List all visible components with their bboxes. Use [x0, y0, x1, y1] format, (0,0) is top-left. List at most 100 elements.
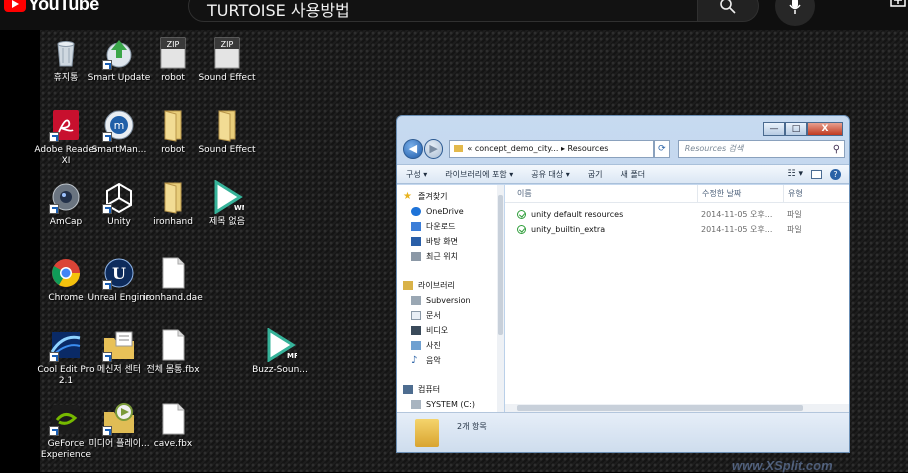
downloads-icon: [411, 222, 421, 231]
back-button[interactable]: ◀: [403, 139, 423, 159]
folder-icon: [415, 419, 439, 447]
item-count: 2개 항목: [457, 422, 487, 431]
maximize-button[interactable]: □: [785, 122, 807, 136]
file-list-horizontal-scrollbar[interactable]: [505, 404, 849, 412]
horizontal-scrollbar-thumb[interactable]: [517, 405, 803, 411]
address-bar[interactable]: « concept_demo_city... ▸ Resources: [449, 140, 654, 158]
svn-ok-file-icon: [517, 210, 526, 219]
youtube-header: YouTube TURTOISE 사용방법: [0, 0, 908, 30]
nav-system-c[interactable]: SYSTEM (C:): [397, 397, 502, 412]
mp3-badge: MP3: [287, 352, 297, 360]
recycle-bin-icon: [49, 36, 83, 70]
file-row[interactable]: unity_builtin_extra 2014-11-05 오후... 파일: [505, 222, 849, 237]
wma-file-icon: WMA: [210, 179, 255, 215]
desktop-icon-sound-effect-zip[interactable]: ZIP Sound Effect: [195, 36, 259, 84]
video-create-icon: [890, 0, 906, 7]
share-with-menu[interactable]: 공유 대상 ▾: [522, 169, 579, 180]
folder-icon: [454, 145, 464, 152]
desktop-icon-buzz-sound-mp3[interactable]: MP3 Buzz-Soun...: [248, 327, 312, 376]
cool-edit-icon: [49, 328, 83, 362]
details-pane: 2개 항목: [397, 412, 849, 452]
nav-onedrive[interactable]: OneDrive: [397, 204, 502, 219]
minimize-button[interactable]: —: [763, 122, 785, 136]
voice-search-button[interactable]: [775, 0, 815, 26]
address-row: ◀ ▶ « concept_demo_city... ▸ Resources ⟳…: [403, 138, 846, 160]
documents-icon: [411, 311, 421, 320]
search-icon: [720, 0, 736, 14]
watermark: www.XSplit.com: [732, 458, 833, 473]
desktop-icon-cave-fbx[interactable]: cave.fbx: [141, 402, 205, 450]
search-input[interactable]: Resources 검색 ⚲: [677, 140, 846, 158]
nav-favorites[interactable]: ★ 즐겨찾기: [397, 189, 502, 204]
column-name[interactable]: 이름: [505, 185, 697, 202]
svg-text:U: U: [112, 264, 126, 283]
folder-icon: [210, 108, 244, 142]
recent-places-icon: [411, 252, 421, 261]
nav-music[interactable]: ♪ 음악: [397, 353, 502, 368]
include-in-library-menu[interactable]: 라이브러리에 포함 ▾: [436, 169, 522, 180]
file-row[interactable]: unity default resources 2014-11-05 오후...…: [505, 207, 849, 222]
cloud-icon: [411, 207, 421, 216]
nav-recent[interactable]: 최근 위치: [397, 249, 502, 264]
amcap-icon: [49, 180, 83, 214]
star-icon: ★: [403, 191, 412, 202]
youtube-search-button[interactable]: [697, 0, 759, 22]
desktop-icon-body-fbx[interactable]: 전체 몸통.fbx: [141, 328, 205, 376]
youtube-logo[interactable]: YouTube: [0, 0, 99, 16]
nav-computer[interactable]: 컴퓨터: [397, 382, 502, 397]
help-icon[interactable]: ?: [830, 168, 841, 180]
burn-button[interactable]: 굽기: [579, 169, 612, 180]
messenger-icon: [102, 328, 136, 362]
close-button[interactable]: X: [807, 122, 843, 136]
zip-icon: ZIP: [210, 36, 244, 70]
folder-icon: [156, 180, 190, 214]
desktop-icon: [411, 237, 421, 246]
column-type[interactable]: 유형: [783, 185, 849, 202]
window-controls: — □ X: [763, 122, 843, 136]
breadcrumb-concept-demo-city[interactable]: concept_demo_city...: [475, 141, 559, 157]
new-folder-button[interactable]: 새 폴더: [612, 169, 655, 180]
view-options-icon[interactable]: ☷ ▾: [788, 169, 803, 179]
nav-desktop[interactable]: 바탕 화면: [397, 234, 502, 249]
search-icon: ⚲: [832, 144, 841, 155]
column-modified[interactable]: 수정한 날짜: [697, 185, 783, 202]
navigation-pane: ★ 즐겨찾기 OneDrive 다운로드 바탕 화면 최근 위치 라이브러리 Su…: [397, 185, 503, 417]
nav-subversion[interactable]: Subversion: [397, 293, 502, 308]
nav-pictures[interactable]: 사진: [397, 338, 502, 353]
breadcrumb-resources[interactable]: Resources: [568, 141, 609, 157]
file-list: 이름 수정한 날짜 유형 unity default resources 201…: [505, 185, 849, 417]
file-icon: [156, 256, 190, 290]
desktop-icon-untitled-wma[interactable]: WMA 제목 없음: [195, 179, 259, 228]
chrome-icon: [49, 256, 83, 290]
desktop-icon-ironhand-dae[interactable]: ironhand.dae: [141, 256, 205, 304]
refresh-button[interactable]: ⟳: [653, 140, 670, 158]
create-button[interactable]: [888, 0, 908, 12]
youtube-search-input[interactable]: TURTOISE 사용방법: [188, 0, 698, 22]
forward-button[interactable]: ▶: [423, 139, 444, 159]
desktop-icon-sound-effect-folder[interactable]: Sound Effect: [195, 108, 259, 156]
nav-libraries[interactable]: 라이브러리: [397, 278, 502, 293]
svn-ok-file-icon: [517, 225, 526, 234]
nav-documents[interactable]: 문서: [397, 308, 502, 323]
libraries-icon: [403, 281, 413, 290]
preview-pane-icon[interactable]: [811, 169, 822, 179]
nav-scrollbar-thumb[interactable]: [498, 195, 503, 335]
media-player-icon: [102, 402, 136, 436]
computer-icon: [403, 385, 413, 394]
nav-videos[interactable]: 비디오: [397, 323, 502, 338]
nav-scrollbar[interactable]: [497, 185, 504, 417]
smartman-icon: m: [102, 108, 136, 142]
zip-icon: ZIP: [156, 36, 190, 70]
drive-icon: [411, 400, 421, 409]
command-bar: 구성 ▾ 라이브러리에 포함 ▾ 공유 대상 ▾ 굽기 새 폴더 ☷ ▾ ?: [397, 164, 849, 184]
svg-text:m: m: [114, 119, 125, 132]
explorer-window[interactable]: — □ X ◀ ▶ « concept_demo_city... ▸ Resou…: [396, 115, 850, 453]
nav-downloads[interactable]: 다운로드: [397, 219, 502, 234]
organize-menu[interactable]: 구성 ▾: [397, 169, 436, 180]
smart-update-icon: [102, 36, 136, 70]
zip-badge: ZIP: [221, 40, 234, 49]
mp3-file-icon: MP3: [263, 327, 304, 363]
microphone-icon: [789, 0, 801, 14]
adobe-reader-icon: [49, 108, 83, 142]
unity-icon: [102, 180, 136, 214]
